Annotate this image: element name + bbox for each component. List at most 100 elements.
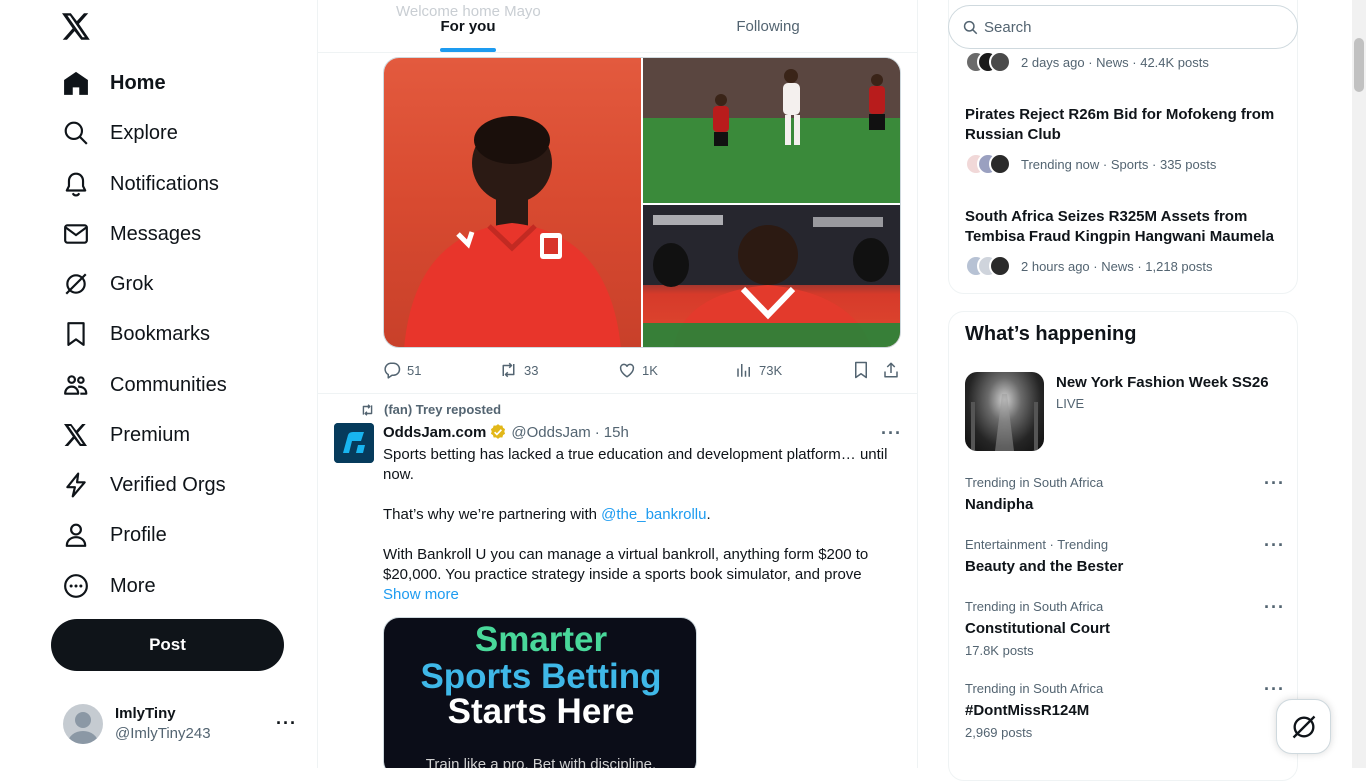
repost-context[interactable]: (fan) Trey reposted <box>360 402 501 417</box>
trend-category: Trending in South Africa <box>965 475 1104 490</box>
mention-link[interactable]: @the_bankrollu <box>601 506 706 523</box>
trend-category: Entertainment · Trending <box>965 537 1109 552</box>
person-icon <box>62 521 90 549</box>
home-icon <box>62 69 90 97</box>
tab-label: For you <box>440 17 496 35</box>
right-sidebar: 2 days ago · News · 42.4K posts Pirates … <box>918 0 1366 781</box>
more-dots-icon[interactable]: ··· <box>881 423 902 444</box>
more-dots-icon[interactable]: ··· <box>1264 679 1285 700</box>
trend-item[interactable]: Trending in South Africa Constitutional … <box>965 597 1285 658</box>
nav-item-messages[interactable]: Messages <box>62 212 201 256</box>
grok-floating-button[interactable] <box>1276 699 1331 754</box>
nav-item-label: Explore <box>110 121 178 144</box>
photo-match-action[interactable] <box>643 58 900 203</box>
scrollbar-thumb[interactable] <box>1354 38 1364 92</box>
search-icon <box>62 119 90 147</box>
photo-celebration[interactable] <box>643 205 900 347</box>
nav-item-label: Messages <box>110 222 202 245</box>
tweet-media-ad[interactable]: Smarter Sports Betting Starts Here Train… <box>383 617 697 768</box>
nav-item-home[interactable]: Home <box>62 61 166 105</box>
tweet-text: Sports betting has lacked a true educati… <box>383 445 893 605</box>
like-button[interactable]: 1K <box>618 361 658 379</box>
news-meta-row: 2 days ago · News · 42.4K posts <box>965 51 1285 73</box>
nav-item-notifications[interactable]: Notifications <box>62 162 219 206</box>
nav-item-label: Verified Orgs <box>110 473 226 496</box>
tweet-time[interactable]: 15h <box>604 424 629 441</box>
reply-count: 51 <box>407 362 422 378</box>
avatar-stack <box>965 51 1013 73</box>
ad-headline-1: Smarter <box>474 620 608 659</box>
nav-item-label: Grok <box>110 272 154 295</box>
nav-item-label: Profile <box>110 523 167 546</box>
nav-item-communities[interactable]: Communities <box>62 363 227 407</box>
like-count: 1K <box>642 362 658 378</box>
repost-icon <box>362 403 373 416</box>
more-dots-icon[interactable]: ··· <box>276 713 297 734</box>
news-item[interactable]: Pirates Reject R26m Bid for Mofokeng fro… <box>965 105 1285 175</box>
event-thumbnail[interactable] <box>965 372 1044 451</box>
ad-headline-2: Sports Betting <box>420 657 662 696</box>
repost-icon <box>499 361 518 379</box>
section-title: What’s happening <box>965 323 1137 345</box>
repost-count: 33 <box>524 362 539 378</box>
share-icon <box>882 361 900 379</box>
news-item[interactable]: South Africa Seizes R325M Assets from Te… <box>965 207 1285 277</box>
tweet-paragraph: With Bankroll U you can manage a virtual… <box>383 546 869 583</box>
bookmark-icon <box>62 320 90 348</box>
main-timeline: Welcome home Mayo For you Following 51 3… <box>318 0 918 768</box>
nav-item-label: More <box>110 574 156 597</box>
nav-item-profile[interactable]: Profile <box>62 513 167 557</box>
search-input[interactable] <box>984 18 1264 36</box>
account-switcher[interactable]: ImlyTiny @ImlyTiny243 ··· <box>51 697 309 751</box>
more-dots-icon[interactable]: ··· <box>1264 535 1285 556</box>
views-button[interactable]: 73K <box>735 361 782 379</box>
news-title: South Africa Seizes R325M Assets from Te… <box>965 208 1274 245</box>
author-name[interactable]: OddsJam.com <box>383 424 486 441</box>
reply-button[interactable]: 51 <box>383 361 421 379</box>
nav-item-explore[interactable]: Explore <box>62 111 178 155</box>
nav-item-more[interactable]: More <box>62 564 156 608</box>
bookmark-button[interactable] <box>852 361 870 379</box>
author-handle[interactable]: @OddsJam <box>511 424 590 441</box>
more-dots-icon[interactable]: ··· <box>1264 597 1285 618</box>
heart-icon <box>618 361 636 379</box>
grok-icon <box>62 270 90 298</box>
trend-item[interactable]: Trending in South Africa Nandipha ··· <box>965 473 1285 515</box>
news-meta: Trending now · Sports · 335 posts <box>1021 156 1217 172</box>
more-dots-icon[interactable]: ··· <box>1264 473 1285 494</box>
search-icon <box>963 20 978 34</box>
trend-category: Trending in South Africa <box>965 599 1104 614</box>
account-handle: @ImlyTiny243 <box>115 725 211 742</box>
show-more-link[interactable]: Show more <box>383 585 893 605</box>
view-count: 73K <box>759 362 783 378</box>
avatar-stack <box>965 255 1013 277</box>
nav-item-label: Bookmarks <box>110 322 211 345</box>
tweet-actions: 51 33 1K 73K <box>383 361 901 381</box>
oddsjam-avatar[interactable] <box>334 423 374 463</box>
news-meta: 2 hours ago · News · 1,218 posts <box>1021 258 1213 274</box>
news-meta: 2 days ago · News · 42.4K posts <box>1021 54 1209 70</box>
nav-item-premium[interactable]: Premium <box>62 413 190 457</box>
photo-player-portrait[interactable] <box>384 58 641 347</box>
share-button[interactable] <box>882 361 900 379</box>
nav-item-label: Premium <box>110 423 191 446</box>
ad-headline-3: Starts Here <box>447 692 635 731</box>
nav-item-bookmarks[interactable]: Bookmarks <box>62 312 210 356</box>
search-bar[interactable] <box>948 5 1298 49</box>
trend-item[interactable]: Entertainment · Trending Beauty and the … <box>965 535 1285 577</box>
nav-item-grok[interactable]: Grok <box>62 262 153 306</box>
tweet-media-grid[interactable] <box>383 57 901 348</box>
meta-separator: · <box>594 423 600 441</box>
trend-item[interactable]: Trending in South Africa #DontMissR124M … <box>965 679 1285 740</box>
post-button[interactable]: Post <box>51 619 284 671</box>
nav-item-verified-orgs[interactable]: Verified Orgs <box>62 463 226 507</box>
ad-tagline: Train like a pro. Bet with discipline. <box>425 756 657 768</box>
page-scrollbar[interactable] <box>1352 0 1366 768</box>
more-circle-icon <box>62 572 90 600</box>
event-title[interactable]: New York Fashion Week SS26 <box>1056 374 1269 391</box>
repost-button[interactable]: 33 <box>499 361 538 379</box>
x-logo-icon <box>62 421 90 449</box>
tab-following[interactable]: Following <box>618 0 917 52</box>
nav-item-label: Home <box>110 71 166 94</box>
x-logo-icon[interactable] <box>62 13 91 40</box>
